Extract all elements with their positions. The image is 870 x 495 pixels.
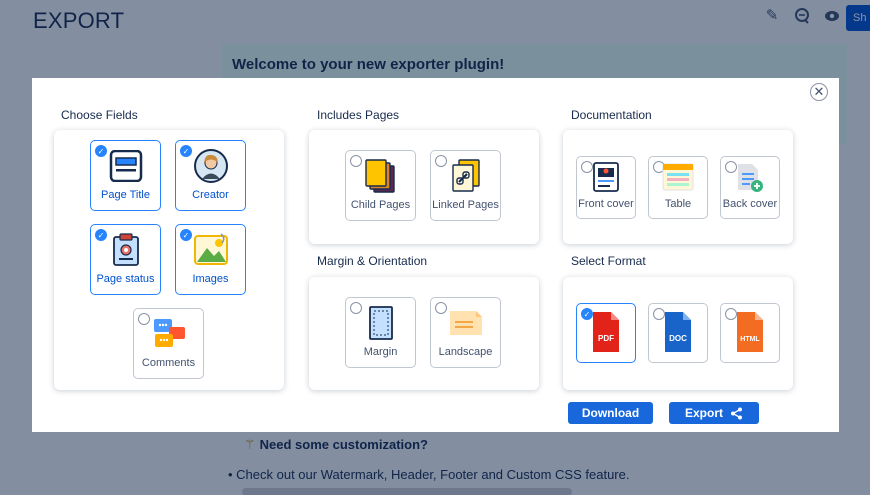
select-format-card: ✓ PDF DOC HTML xyxy=(563,277,793,390)
margin-orientation-card: Margin Landscape xyxy=(309,277,539,390)
option-label: Back cover xyxy=(722,198,778,210)
doc-label: DOC xyxy=(669,334,687,343)
doc-table[interactable]: Table xyxy=(648,156,708,219)
field-page-title[interactable]: ✓ Page Title xyxy=(90,140,161,211)
landscape-icon xyxy=(449,311,482,335)
radio-unchecked xyxy=(435,302,447,314)
choose-fields-card: ✓ Page Title ✓ Creator ✓ Page status ✓ I… xyxy=(54,130,284,390)
option-label: Child Pages xyxy=(350,199,411,211)
format-html[interactable]: HTML xyxy=(720,303,780,363)
check-icon: ✓ xyxy=(95,229,107,241)
field-comments[interactable]: Comments xyxy=(133,308,204,379)
radio-unchecked xyxy=(350,302,362,314)
page-title-icon xyxy=(109,150,142,182)
margin-orientation-title: Margin & Orientation xyxy=(317,254,428,268)
option-label: Images xyxy=(192,273,229,285)
page-child-pages[interactable]: Child Pages xyxy=(345,150,416,221)
format-pdf[interactable]: ✓ PDF xyxy=(576,303,636,363)
option-label: Front cover xyxy=(578,198,634,210)
pdf-label: PDF xyxy=(598,334,614,343)
option-label: Page Title xyxy=(101,189,150,201)
pdf-file-icon: PDF xyxy=(593,312,619,352)
field-creator[interactable]: ✓ Creator xyxy=(175,140,246,211)
option-label: Table xyxy=(664,198,692,210)
comments-icon xyxy=(153,319,185,347)
choose-fields-title: Choose Fields xyxy=(61,108,138,122)
doc-back-cover[interactable]: Back cover xyxy=(720,156,780,219)
export-modal: ✕ Choose Fields ✓ Page Title ✓ Creator ✓ xyxy=(32,78,839,432)
images-icon xyxy=(193,233,228,265)
option-landscape[interactable]: Landscape xyxy=(430,297,501,368)
front-cover-icon xyxy=(593,162,619,192)
html-label: HTML xyxy=(740,336,760,343)
doc-front-cover[interactable]: Front cover xyxy=(576,156,636,219)
clipboard-icon xyxy=(112,233,139,266)
includes-pages-title: Includes Pages xyxy=(317,108,400,122)
margin-icon xyxy=(368,306,393,340)
html-file-icon: HTML xyxy=(737,312,763,352)
format-doc[interactable]: DOC xyxy=(648,303,708,363)
back-cover-icon xyxy=(738,164,763,192)
doc-file-icon: DOC xyxy=(665,312,691,352)
download-button[interactable]: Download xyxy=(568,402,653,424)
radio-unchecked xyxy=(350,155,362,167)
option-label: Margin xyxy=(363,346,398,358)
page-linked-pages[interactable]: Linked Pages xyxy=(430,150,501,221)
includes-pages-card: Child Pages Linked Pages xyxy=(309,130,539,244)
export-label: Export xyxy=(685,406,724,420)
creator-avatar-icon xyxy=(193,149,228,183)
field-images[interactable]: ✓ Images xyxy=(175,224,246,295)
table-icon xyxy=(662,163,694,191)
export-button[interactable]: Export xyxy=(669,402,759,424)
close-icon[interactable]: ✕ xyxy=(810,83,828,101)
documentation-title: Documentation xyxy=(571,108,652,122)
radio-unchecked xyxy=(138,313,150,325)
check-icon: ✓ xyxy=(180,229,192,241)
option-label: Creator xyxy=(192,189,229,201)
linked-pages-icon xyxy=(451,159,480,192)
check-icon: ✓ xyxy=(95,145,107,157)
select-format-title: Select Format xyxy=(571,254,646,268)
check-icon: ✓ xyxy=(180,145,192,157)
option-label: Page status xyxy=(96,273,155,285)
option-label: Landscape xyxy=(438,346,493,358)
child-pages-icon xyxy=(364,159,395,193)
field-page-status[interactable]: ✓ Page status xyxy=(90,224,161,295)
share-icon xyxy=(731,407,742,420)
option-label: Linked Pages xyxy=(432,199,499,211)
option-label: Comments xyxy=(141,357,196,369)
radio-unchecked xyxy=(435,155,447,167)
option-margin[interactable]: Margin xyxy=(345,297,416,368)
documentation-card: Front cover Table Back cover xyxy=(563,130,793,244)
